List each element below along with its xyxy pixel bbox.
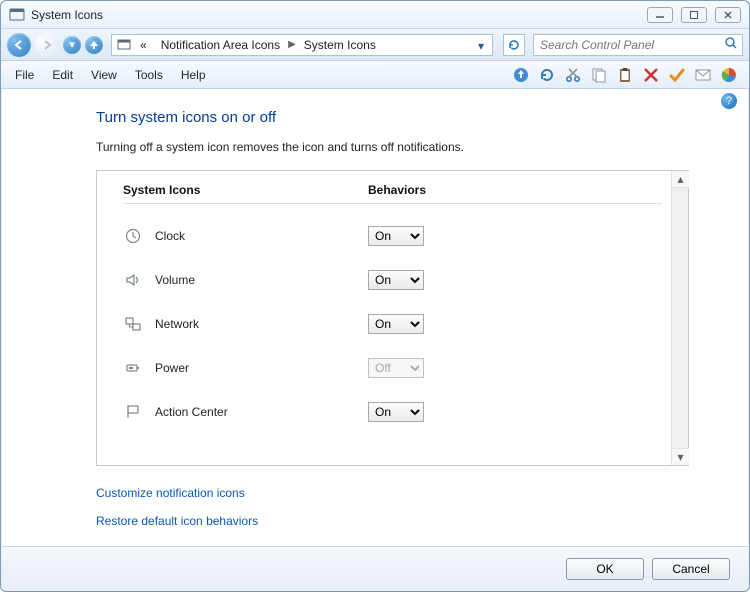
table-row: VolumeOnOff — [123, 258, 662, 302]
table-row: NetworkOnOff — [123, 302, 662, 346]
recent-pages-dropdown[interactable]: ▾ — [63, 36, 81, 54]
titlebar: System Icons — [1, 1, 749, 29]
breadcrumb-item-0[interactable]: Notification Area Icons — [155, 38, 286, 52]
row-label: Power — [155, 361, 368, 375]
behavior-select[interactable]: OnOff — [368, 402, 424, 422]
menu-tools[interactable]: Tools — [127, 64, 171, 86]
address-dropdown-icon[interactable]: ▾ — [472, 37, 490, 55]
column-header-icons: System Icons — [123, 183, 368, 201]
scroll-down-icon[interactable]: ▾ — [672, 448, 689, 465]
row-label: Clock — [155, 229, 368, 243]
scroll-up-icon[interactable]: ▴ — [672, 171, 689, 188]
search-box[interactable] — [533, 34, 743, 56]
window-title: System Icons — [31, 8, 103, 22]
footer: OK Cancel — [2, 546, 748, 590]
mail-icon[interactable] — [693, 65, 713, 85]
control-panel-icon — [116, 37, 132, 53]
restore-link[interactable]: Restore default icon behaviors — [96, 510, 689, 532]
globe-up-icon[interactable] — [511, 65, 531, 85]
behavior-select[interactable]: OnOff — [368, 270, 424, 290]
column-header-behaviors: Behaviors — [368, 183, 662, 201]
divider — [123, 203, 662, 204]
table-row: Action CenterOnOff — [123, 390, 662, 434]
settings-panel: ▴ ▾ System Icons Behaviors ClockOnOffVol… — [96, 170, 689, 466]
menu-file[interactable]: File — [7, 64, 42, 86]
customize-link[interactable]: Customize notification icons — [96, 482, 689, 504]
action-center-icon — [123, 402, 143, 422]
toolbar-icons — [511, 65, 743, 85]
table-row: PowerOnOff — [123, 346, 662, 390]
menu-view[interactable]: View — [83, 64, 125, 86]
power-icon — [123, 358, 143, 378]
menu-edit[interactable]: Edit — [44, 64, 81, 86]
search-icon[interactable] — [724, 36, 738, 53]
cut-icon[interactable] — [563, 65, 583, 85]
behavior-select[interactable]: OnOff — [368, 314, 424, 334]
up-button[interactable] — [85, 36, 103, 54]
app-icon — [9, 7, 25, 23]
behavior-select[interactable]: OnOff — [368, 226, 424, 246]
back-button[interactable] — [7, 33, 31, 57]
behavior-select: OnOff — [368, 358, 424, 378]
clock-icon — [123, 226, 143, 246]
search-input[interactable] — [538, 37, 724, 53]
breadcrumb-address-bar[interactable]: « Notification Area Icons ▶ System Icons… — [111, 34, 493, 56]
menu-help[interactable]: Help — [173, 64, 214, 86]
scrollbar[interactable]: ▴ ▾ — [671, 171, 688, 465]
chevron-right-icon: ▶ — [288, 39, 296, 50]
paste-icon[interactable] — [615, 65, 635, 85]
refresh-button[interactable] — [503, 34, 525, 56]
refresh-icon[interactable] — [537, 65, 557, 85]
row-label: Network — [155, 317, 368, 331]
row-label: Action Center — [155, 405, 368, 419]
pie-icon[interactable] — [719, 65, 739, 85]
page-title: Turn system icons on or off — [96, 109, 689, 126]
minimize-button[interactable] — [647, 7, 673, 23]
cancel-button[interactable]: Cancel — [652, 558, 730, 580]
ok-button[interactable]: OK — [566, 558, 644, 580]
navbar: ▾ « Notification Area Icons ▶ System Ico… — [1, 29, 749, 61]
volume-icon — [123, 270, 143, 290]
window: System Icons ▾ « Notification Area Icons… — [0, 0, 750, 592]
check-icon[interactable] — [667, 65, 687, 85]
close-button[interactable] — [715, 7, 741, 23]
content-area: ? Turn system icons on or off Turning of… — [1, 89, 749, 591]
delete-icon[interactable] — [641, 65, 661, 85]
breadcrumb-item-1[interactable]: System Icons — [298, 38, 382, 52]
help-icon[interactable]: ? — [721, 93, 737, 109]
breadcrumb-prefix[interactable]: « — [134, 38, 153, 52]
row-label: Volume — [155, 273, 368, 287]
maximize-button[interactable] — [681, 7, 707, 23]
copy-icon[interactable] — [589, 65, 609, 85]
menubar: FileEditViewToolsHelp — [1, 61, 749, 89]
page-description: Turning off a system icon removes the ic… — [96, 140, 689, 154]
forward-button[interactable] — [35, 33, 59, 57]
table-row: ClockOnOff — [123, 214, 662, 258]
network-icon — [123, 314, 143, 334]
